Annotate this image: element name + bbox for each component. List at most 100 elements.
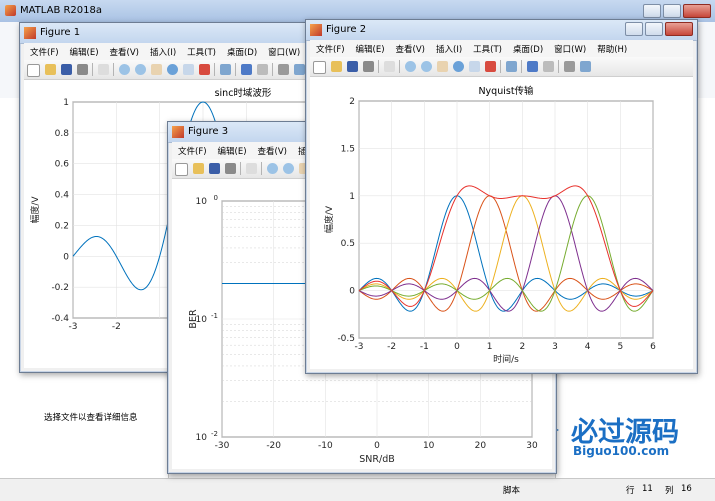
menu-window[interactable]: 窗口(W) bbox=[548, 40, 591, 55]
minimize-button[interactable] bbox=[625, 22, 643, 36]
x-tick-label: 1 bbox=[487, 342, 493, 352]
maximize-button[interactable] bbox=[645, 22, 663, 36]
menu-help[interactable]: 帮助(H) bbox=[591, 40, 632, 55]
data-cursor-icon[interactable] bbox=[469, 61, 480, 72]
print-icon[interactable] bbox=[225, 163, 236, 174]
colorbar-icon[interactable] bbox=[527, 61, 538, 72]
menu-window[interactable]: 窗口(W) bbox=[262, 43, 305, 58]
matlab-title: MATLAB R2018a bbox=[20, 5, 103, 16]
open-icon[interactable] bbox=[45, 64, 56, 75]
x-tick-label: 30 bbox=[526, 441, 538, 451]
open-icon[interactable] bbox=[331, 61, 342, 72]
x-tick-label: 3 bbox=[552, 342, 558, 352]
brush-icon[interactable] bbox=[485, 61, 496, 72]
close-button[interactable] bbox=[665, 22, 693, 36]
x-tick-label: -2 bbox=[387, 342, 396, 352]
menu-view[interactable]: 查看(V) bbox=[104, 43, 144, 58]
status-bar: 脚本 行 11 列 16 bbox=[0, 478, 715, 501]
figure-3-title: Figure 3 bbox=[188, 126, 229, 137]
y-tick-label: 10 bbox=[196, 433, 208, 443]
colorbar-icon[interactable] bbox=[241, 64, 252, 75]
details-hint: 选择文件以查看详细信息 bbox=[44, 413, 138, 423]
y-tick-label: 1 bbox=[349, 192, 355, 202]
zoom-out-icon[interactable] bbox=[421, 61, 432, 72]
menu-tools[interactable]: 工具(T) bbox=[467, 40, 507, 55]
menu-desktop[interactable]: 桌面(D) bbox=[507, 40, 548, 55]
menu-file[interactable]: 文件(F) bbox=[310, 40, 350, 55]
rotate-icon[interactable] bbox=[167, 64, 178, 75]
nyquist-chart: -0.5 0 0.5 1 1.5 2 -3 -2 -1 0 1 2 3 4 5 6 Nyquist传输时间/s 幅… bbox=[323, 85, 656, 365]
print-icon[interactable] bbox=[363, 61, 374, 72]
figure-1-titlebar[interactable]: Figure 1 bbox=[20, 23, 320, 44]
y-axis-label: 幅度/V bbox=[323, 205, 335, 233]
menu-file[interactable]: 文件(F) bbox=[172, 142, 212, 157]
pointer-icon[interactable] bbox=[98, 64, 109, 75]
rotate-icon[interactable] bbox=[453, 61, 464, 72]
zoom-in-icon[interactable] bbox=[267, 163, 278, 174]
x-axis-label: SNR/dB bbox=[359, 454, 395, 465]
y-tick-label: 0.6 bbox=[55, 160, 70, 170]
menu-file[interactable]: 文件(F) bbox=[24, 43, 64, 58]
link-icon[interactable] bbox=[506, 61, 517, 72]
pan-icon[interactable] bbox=[151, 64, 162, 75]
maximize-button[interactable] bbox=[663, 4, 681, 18]
pointer-icon[interactable] bbox=[246, 163, 257, 174]
x-tick-label: 0 bbox=[374, 441, 380, 451]
y-tick-label: -0.4 bbox=[51, 314, 69, 324]
status-line-value: 11 bbox=[642, 484, 653, 494]
print-icon[interactable] bbox=[77, 64, 88, 75]
hide-tools-icon[interactable] bbox=[564, 61, 575, 72]
figure-icon bbox=[172, 126, 184, 138]
new-icon[interactable] bbox=[313, 61, 326, 74]
figure-2-canvas: -0.5 0 0.5 1 1.5 2 -3 -2 -1 0 1 2 3 4 5 6 Nyquist传输 时间/s 幅… bbox=[310, 77, 693, 369]
y-tick-exponent: -1 bbox=[211, 312, 218, 320]
x-tick-label: -20 bbox=[266, 441, 281, 451]
zoom-out-icon[interactable] bbox=[135, 64, 146, 75]
save-icon[interactable] bbox=[61, 64, 72, 75]
save-icon[interactable] bbox=[209, 163, 220, 174]
zoom-in-icon[interactable] bbox=[119, 64, 130, 75]
zoom-out-icon[interactable] bbox=[283, 163, 294, 174]
menu-tools[interactable]: 工具(T) bbox=[181, 43, 221, 58]
zoom-in-icon[interactable] bbox=[405, 61, 416, 72]
new-icon[interactable] bbox=[27, 64, 40, 77]
menu-view[interactable]: 查看(V) bbox=[252, 142, 292, 157]
data-cursor-icon[interactable] bbox=[183, 64, 194, 75]
legend-icon[interactable] bbox=[543, 61, 554, 72]
open-icon[interactable] bbox=[193, 163, 204, 174]
x-tick-label: -10 bbox=[318, 441, 333, 451]
menu-insert[interactable]: 插入(I) bbox=[430, 40, 467, 55]
menu-insert[interactable]: 插入(I) bbox=[144, 43, 181, 58]
minimize-button[interactable] bbox=[643, 4, 661, 18]
y-tick-label: 1.5 bbox=[341, 144, 355, 154]
brush-icon[interactable] bbox=[199, 64, 210, 75]
new-icon[interactable] bbox=[175, 163, 188, 176]
link-icon[interactable] bbox=[220, 64, 231, 75]
pointer-icon[interactable] bbox=[384, 61, 395, 72]
legend-icon[interactable] bbox=[257, 64, 268, 75]
hide-tools-icon[interactable] bbox=[278, 64, 289, 75]
figure-2-title: Figure 2 bbox=[326, 24, 367, 35]
y-axis-label: 幅度/V bbox=[29, 196, 41, 224]
figure-2-titlebar[interactable]: Figure 2 bbox=[306, 20, 697, 41]
close-button[interactable] bbox=[683, 4, 711, 18]
status-col-value: 16 bbox=[681, 484, 692, 494]
show-tools-icon[interactable] bbox=[580, 61, 591, 72]
menu-desktop[interactable]: 桌面(D) bbox=[221, 43, 262, 58]
x-tick-label: -3 bbox=[69, 322, 78, 332]
y-axis-label: BER bbox=[188, 309, 199, 329]
matlab-logo-icon bbox=[5, 5, 16, 16]
save-icon[interactable] bbox=[347, 61, 358, 72]
menu-edit[interactable]: 编辑(E) bbox=[350, 40, 390, 55]
pan-icon[interactable] bbox=[437, 61, 448, 72]
show-tools-icon[interactable] bbox=[294, 64, 305, 75]
figure-1-toolbar bbox=[24, 60, 316, 80]
figure-2-toolbar bbox=[310, 57, 693, 77]
figure-2-window-controls bbox=[623, 22, 693, 36]
y-tick-exponent: 0 bbox=[214, 194, 218, 202]
y-tick-label: -0.2 bbox=[51, 283, 69, 293]
menu-view[interactable]: 查看(V) bbox=[390, 40, 430, 55]
y-tick-label: 0 bbox=[349, 287, 355, 297]
menu-edit[interactable]: 编辑(E) bbox=[64, 43, 104, 58]
menu-edit[interactable]: 编辑(E) bbox=[212, 142, 252, 157]
